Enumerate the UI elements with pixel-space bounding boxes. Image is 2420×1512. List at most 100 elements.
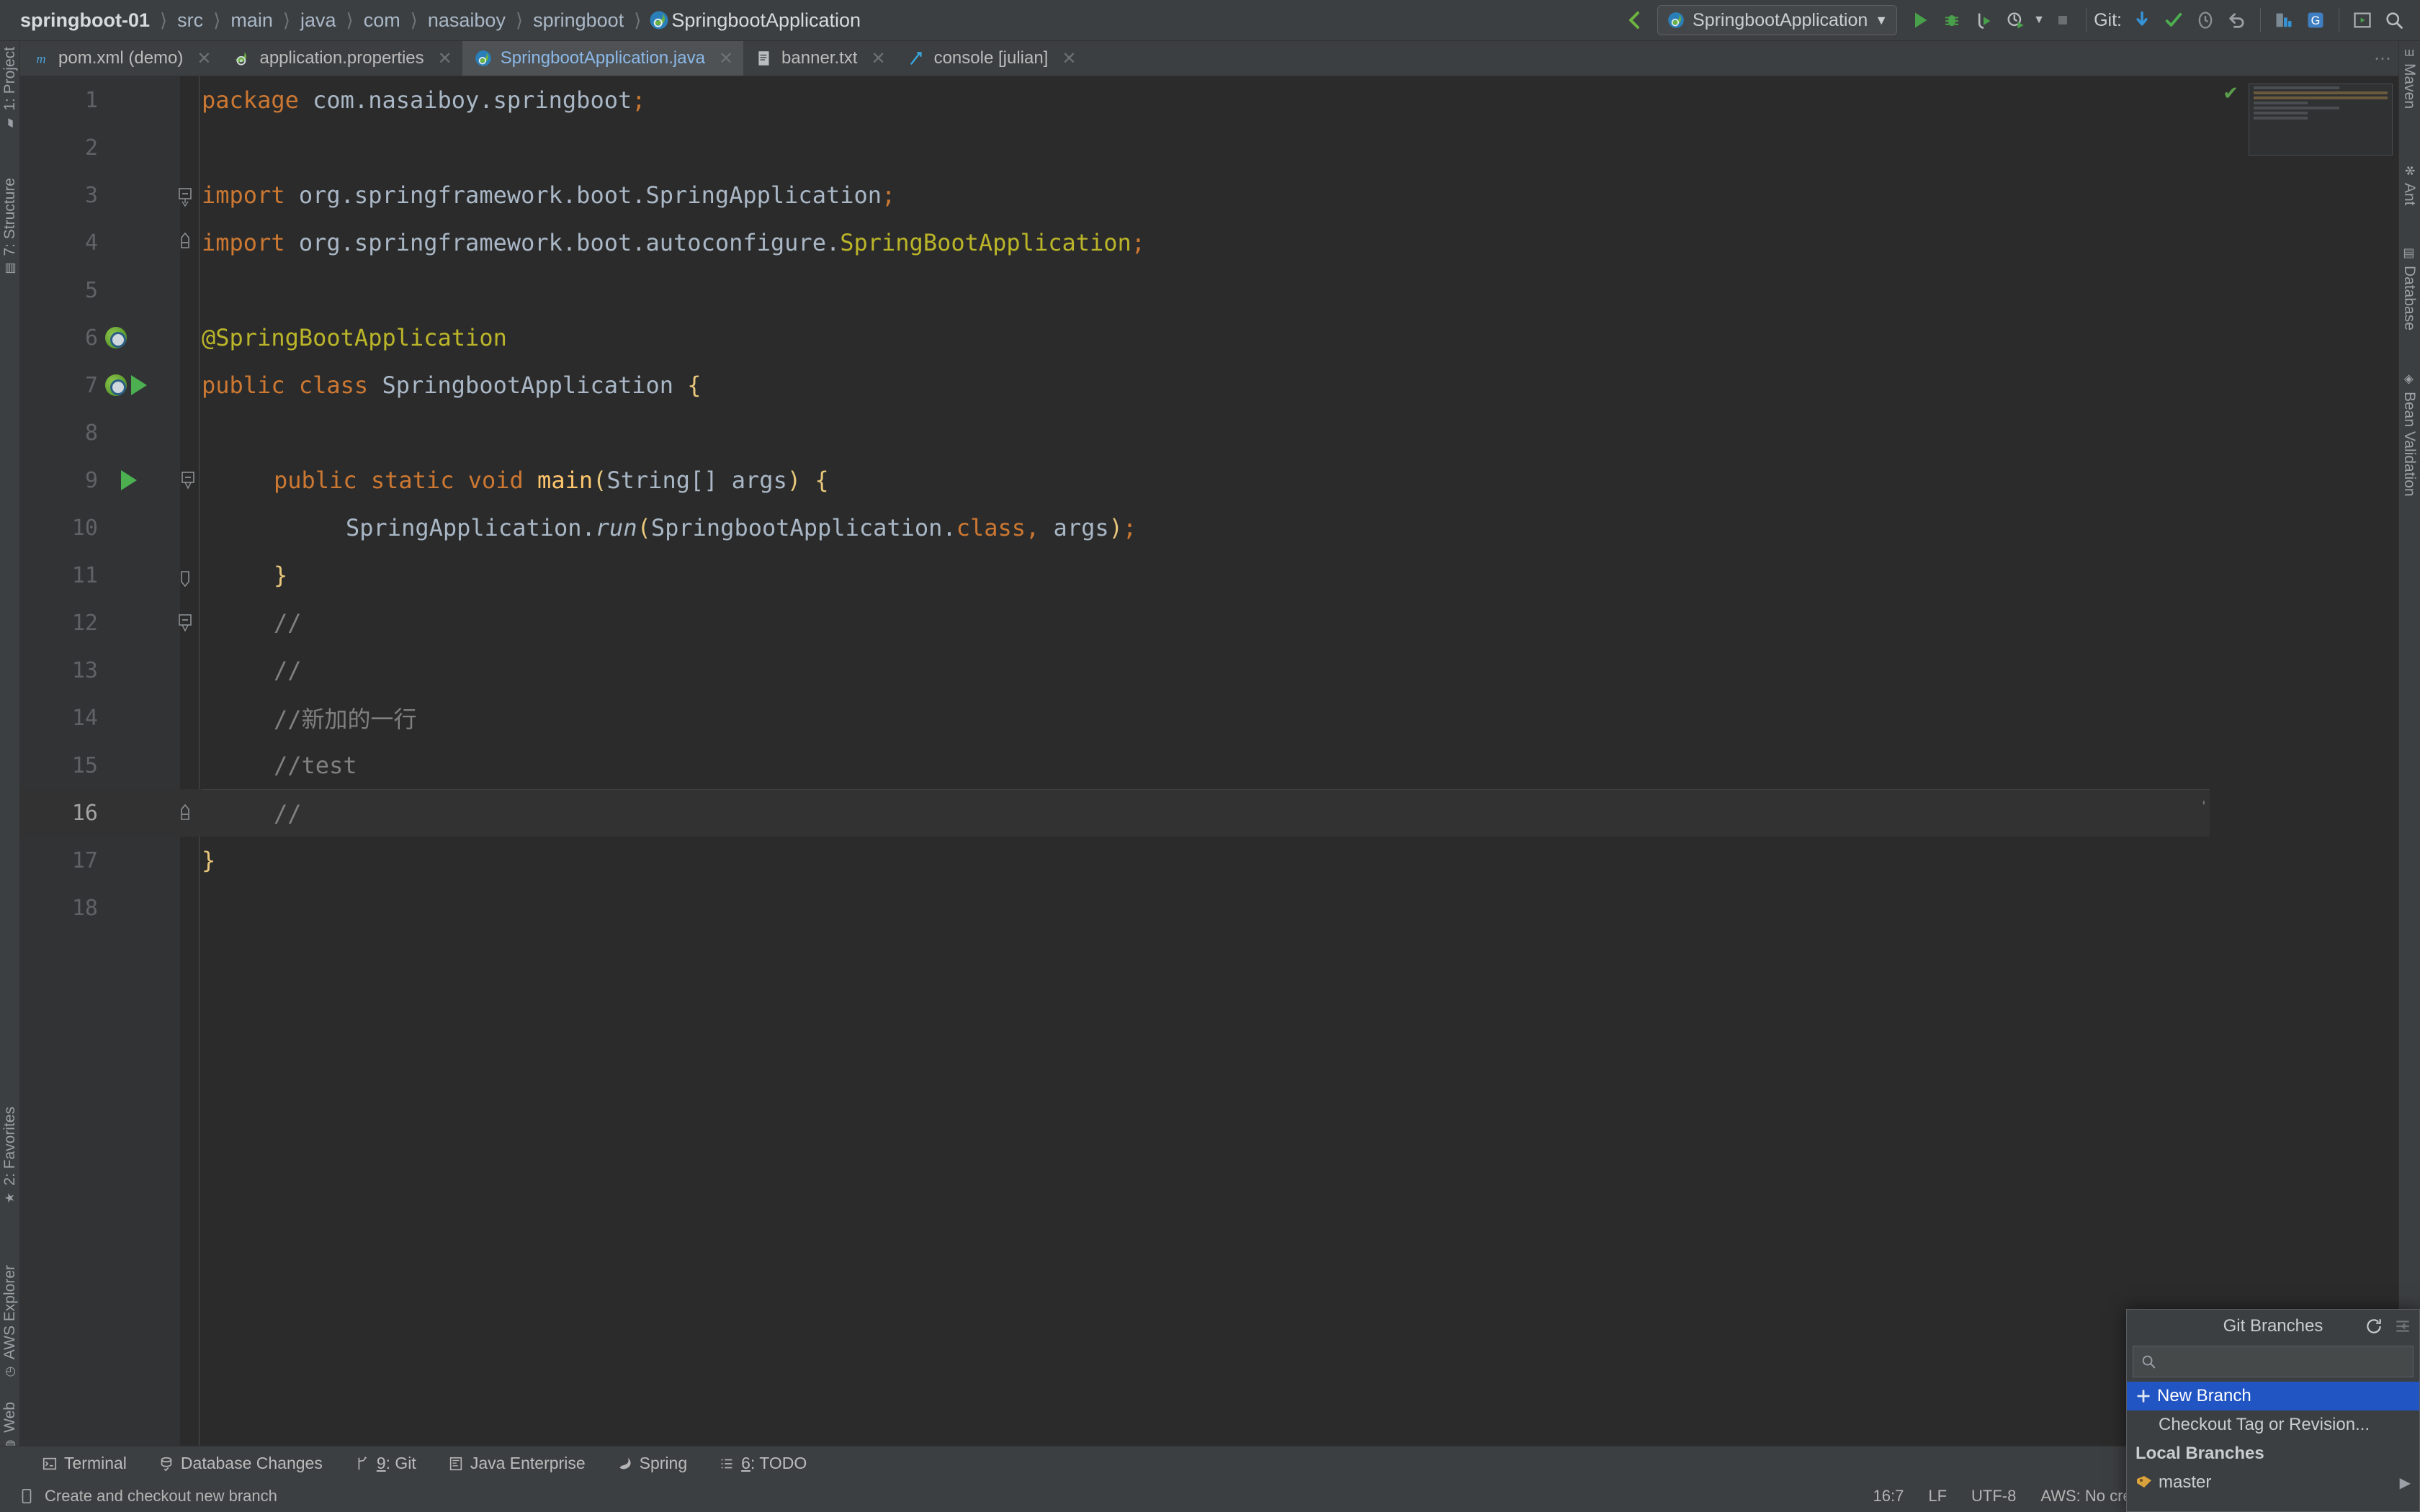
fold-end-icon[interactable]	[177, 564, 193, 586]
gutter-icons[interactable]	[105, 314, 199, 361]
code-line[interactable]: 7 public class SpringbootApplication {	[20, 361, 2398, 409]
code-lines[interactable]: 1 package com.nasaiboy.springboot; 2 3 i…	[20, 76, 2398, 1446]
code-line[interactable]: 18	[20, 884, 2398, 932]
close-icon[interactable]: ✕	[197, 48, 211, 69]
code-line[interactable]: 12 //	[20, 599, 2398, 647]
bottom-item-spring[interactable]: Spring	[601, 1454, 703, 1473]
bottom-item-java-enterprise[interactable]: Java Enterprise	[432, 1454, 601, 1473]
sidebar-item-structure[interactable]: ▤ 7: Structure	[0, 178, 20, 276]
fold-end-icon[interactable]	[177, 802, 193, 824]
refresh-icon[interactable]	[2365, 1317, 2383, 1336]
code-line[interactable]: 8	[20, 409, 2398, 456]
back-arrow-icon[interactable]	[1618, 4, 1650, 36]
translate-icon[interactable]: G	[2300, 4, 2331, 36]
update-project-icon[interactable]	[2126, 4, 2158, 36]
tab-pom-xml[interactable]: m pom.xml (demo) ✕	[20, 41, 221, 76]
info-document-icon[interactable]	[19, 1488, 35, 1505]
chevron-down-icon[interactable]: ▼	[2031, 4, 2047, 36]
breadcrumb-item-class[interactable]: SpringbootApplication	[671, 9, 861, 32]
sidebar-item-ant[interactable]: ✻ Ant	[2398, 163, 2420, 206]
spring-bean-gutter-icon[interactable]	[105, 374, 127, 396]
editor-minimap[interactable]	[2249, 84, 2393, 156]
bottom-item-terminal[interactable]: Terminal	[0, 1454, 143, 1473]
gutter-icons[interactable]	[121, 456, 215, 504]
code-line[interactable]: 9 public static void main(String[] args)…	[20, 456, 2398, 504]
bottom-item-git[interactable]: 9: Git	[339, 1454, 432, 1473]
sidebar-item-project[interactable]: ▰ 1: Project	[0, 47, 20, 130]
code-line[interactable]: 2	[20, 124, 2398, 171]
branch-item-master[interactable]: master ▶	[2127, 1468, 2419, 1497]
rollback-icon[interactable]	[2221, 4, 2253, 36]
breadcrumb-item-com[interactable]: com	[359, 9, 405, 32]
gutter-icons[interactable]	[105, 361, 199, 409]
commit-checkmark-icon[interactable]	[2158, 4, 2190, 36]
fold-expand-icon[interactable]	[177, 184, 193, 206]
code-editor[interactable]: 1 package com.nasaiboy.springboot; 2 3 i…	[20, 76, 2398, 1446]
run-icon[interactable]	[1904, 4, 1936, 36]
search-icon[interactable]	[2378, 4, 2410, 36]
run-coverage-icon[interactable]	[1968, 4, 1999, 36]
close-icon[interactable]: ✕	[719, 48, 733, 69]
chevron-right-icon[interactable]: ▶	[2400, 1474, 2411, 1492]
code-line[interactable]: 13 //	[20, 647, 2398, 694]
fold-collapse-icon[interactable]	[177, 232, 193, 253]
sidebar-item-database[interactable]: ▥ Database	[2398, 246, 2420, 330]
editor-tab-overflow-icon[interactable]: ⋯	[2374, 41, 2398, 76]
code-line[interactable]: 11 }	[20, 552, 2398, 599]
branch-list[interactable]: New Branch Checkout Tag or Revision... L…	[2127, 1382, 2419, 1497]
fold-expand-icon[interactable]	[177, 612, 193, 634]
breadcrumb-item-project[interactable]: springboot-01	[16, 9, 154, 32]
branch-search-box[interactable]	[2133, 1346, 2414, 1377]
gutter-icons[interactable]	[177, 789, 202, 837]
breadcrumb-item-main[interactable]: main	[226, 9, 277, 32]
menu-item-checkout-tag-or-revision[interactable]: Checkout Tag or Revision...	[2127, 1410, 2419, 1439]
history-clock-icon[interactable]	[2190, 4, 2221, 36]
tab-console-julian[interactable]: console [julian] ✕	[896, 41, 1087, 76]
profiler-icon[interactable]	[1999, 4, 2031, 36]
spring-bean-gutter-icon[interactable]	[105, 327, 127, 348]
code-line-current[interactable]: 16 // '	[20, 789, 2210, 837]
bottom-item-todo[interactable]: 6: TODO	[703, 1454, 823, 1473]
run-gutter-icon[interactable]	[121, 470, 137, 490]
code-line[interactable]: 10 SpringApplication.run(SpringbootAppli…	[20, 504, 2398, 552]
inspection-status-icon[interactable]: ✔	[2223, 82, 2238, 104]
fold-collapse-icon[interactable]	[180, 469, 196, 491]
code-line[interactable]: 17 }	[20, 837, 2398, 884]
gutter-icons[interactable]	[177, 171, 202, 219]
chevron-down-icon[interactable]: ▼	[1875, 13, 1888, 28]
stop-icon[interactable]	[2047, 4, 2079, 36]
error-stripe[interactable]	[2393, 76, 2397, 1446]
git-branches-popup[interactable]: Git Branches New Branch	[2126, 1309, 2420, 1512]
close-icon[interactable]: ✕	[438, 48, 452, 69]
code-line[interactable]: 4 import org.springframework.boot.autoco…	[20, 219, 2398, 266]
code-line[interactable]: 15 //test	[20, 742, 2398, 789]
caret-position[interactable]: 16:7	[1873, 1487, 1904, 1506]
file-encoding[interactable]: UTF-8	[1971, 1487, 2016, 1506]
gutter-icons[interactable]	[177, 552, 202, 599]
sidebar-item-bean-validation[interactable]: ◈ Bean Validation	[2398, 372, 2420, 497]
close-icon[interactable]: ✕	[871, 48, 885, 69]
tab-application-properties[interactable]: application.properties ✕	[221, 41, 462, 76]
breadcrumb-item-src[interactable]: src	[173, 9, 207, 32]
breadcrumb-item-springboot[interactable]: springboot	[529, 9, 628, 32]
run-gutter-icon[interactable]	[131, 375, 147, 395]
code-line[interactable]: 14 //新加的一行	[20, 694, 2398, 742]
code-line[interactable]: 6 @SpringBootApplication	[20, 314, 2398, 361]
tab-banner-txt[interactable]: banner.txt ✕	[743, 41, 896, 76]
ide-settings-icon[interactable]	[2268, 4, 2300, 36]
menu-item-new-branch[interactable]: New Branch	[2127, 1382, 2419, 1410]
run-configuration-selector[interactable]: SpringbootApplication ▼	[1657, 5, 1897, 35]
sidebar-item-maven[interactable]: m Maven	[2398, 48, 2420, 109]
layout-icon[interactable]	[2347, 4, 2378, 36]
close-icon[interactable]: ✕	[1062, 48, 1076, 69]
sidebar-item-web[interactable]: ◍ Web	[0, 1402, 20, 1452]
bottom-item-database-changes[interactable]: Database Changes	[143, 1454, 339, 1473]
gutter-icons[interactable]	[177, 599, 202, 647]
breadcrumb-item-java[interactable]: java	[296, 9, 341, 32]
debug-icon[interactable]	[1936, 4, 1968, 36]
branch-search-input[interactable]	[2164, 1352, 2406, 1371]
sidebar-item-favorites[interactable]: ★ 2: Favorites	[0, 1107, 20, 1205]
sidebar-item-aws-explorer[interactable]: ◷ AWS Explorer	[0, 1265, 20, 1379]
code-line[interactable]: 1 package com.nasaiboy.springboot;	[20, 76, 2398, 124]
line-separator[interactable]: LF	[1928, 1487, 1947, 1506]
